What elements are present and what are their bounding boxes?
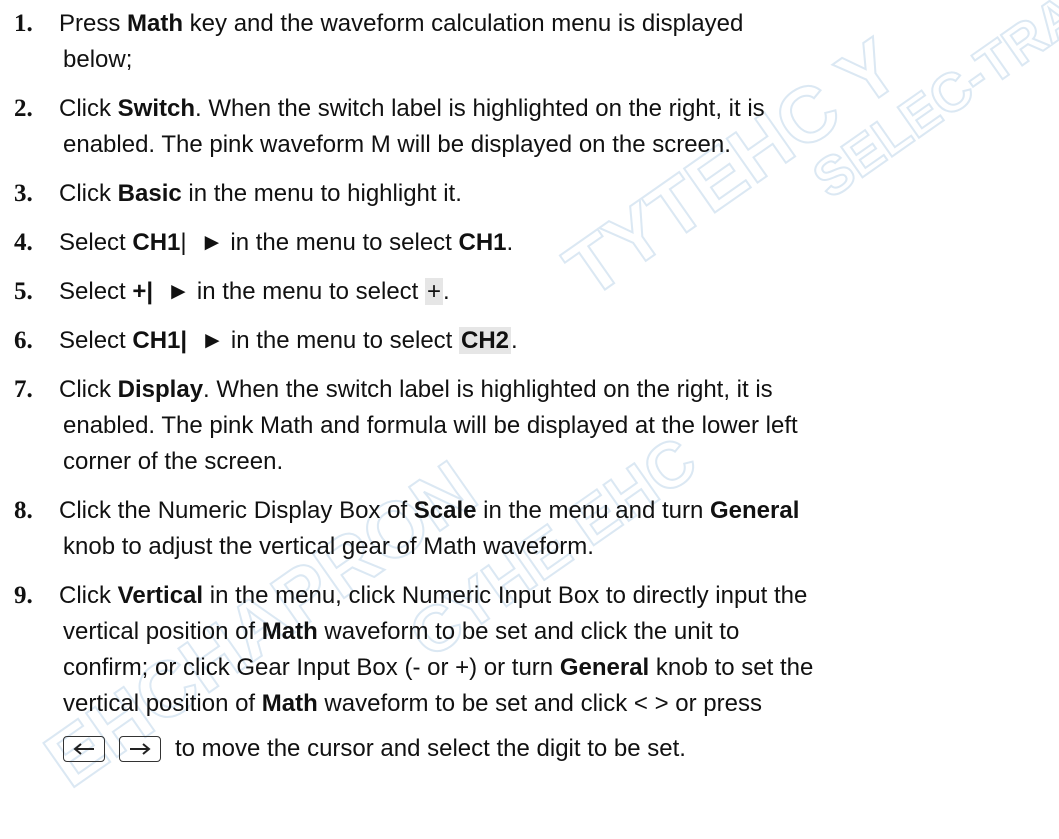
step-text: enabled. The pink waveform M will be dis… <box>63 131 731 158</box>
bold-term: Scale <box>413 497 477 524</box>
step-body: Press Math key and the waveform calculat… <box>59 6 1047 78</box>
step-line: vertical position of Math waveform to be… <box>63 686 1047 722</box>
step-text: knob to adjust the vertical gear of Math… <box>63 533 594 560</box>
step-line: confirm; or click Gear Input Box (- or +… <box>63 650 1047 686</box>
key-line-text: to move the cursor and select the digit … <box>175 735 686 762</box>
step-line: Select CH1| ► in the menu to select CH2. <box>59 323 1047 359</box>
step-text: waveform to be set and click the unit to <box>317 618 740 645</box>
step-text: ► in the menu to select <box>153 278 425 305</box>
step-9: 9. Click Vertical in the menu, click Nume… <box>7 578 1047 767</box>
bold-term: +| <box>132 278 154 305</box>
step-text: knob to set the <box>649 654 814 681</box>
step-line: vertical position of Math waveform to be… <box>63 614 1047 650</box>
step-text: Click <box>59 180 118 207</box>
step-line: Click the Numeric Display Box of Scale i… <box>59 493 1047 529</box>
step-text: in the menu and turn <box>476 497 710 524</box>
step-number: 7. <box>14 376 33 403</box>
instruction-list: 1. Press Math key and the waveform calcul… <box>0 0 1059 767</box>
step-line: Press Math key and the waveform calculat… <box>59 6 1047 42</box>
key-line: to move the cursor and select the digit … <box>63 731 1047 767</box>
step-line: Click Vertical in the menu, click Numeri… <box>59 578 1047 614</box>
step-line: Click Display. When the switch label is … <box>59 372 1047 408</box>
step-body: Click Display. When the switch label is … <box>59 372 1047 480</box>
bold-term: Switch <box>117 95 196 122</box>
bold-term: Math <box>261 690 318 717</box>
step-5: 5. Select +| ► in the menu to select +. <box>7 274 1047 310</box>
step-number: 1. <box>14 10 33 37</box>
step-body: Click Switch. When the switch label is h… <box>59 91 1047 163</box>
step-text: in the menu to highlight it. <box>181 180 462 207</box>
step-text: | ► in the menu to select <box>180 229 459 256</box>
bold-term: CH1 <box>458 229 507 256</box>
step-number: 9. <box>14 582 33 609</box>
step-text: Press <box>59 10 128 37</box>
step-line: enabled. The pink Math and formula will … <box>63 408 1047 444</box>
step-text: Click <box>59 582 118 609</box>
bold-term: CH2 <box>459 327 512 354</box>
step-text: waveform to be set and click < > or pres… <box>317 690 762 717</box>
step-line: Click Switch. When the switch label is h… <box>59 91 1047 127</box>
bold-term: Math <box>261 618 318 645</box>
step-text: vertical position of <box>63 618 262 645</box>
left-arrow-key-icon <box>63 736 105 762</box>
step-text: corner of the screen. <box>63 448 284 475</box>
step-number: 4. <box>14 229 33 256</box>
step-text: Click the Numeric Display Box of <box>59 497 414 524</box>
step-text: confirm; or click Gear Input Box (- or +… <box>63 654 560 681</box>
bold-term: Basic <box>117 180 182 207</box>
step-line: corner of the screen. <box>63 444 1047 480</box>
step-text: key and the waveform calculation menu is… <box>183 10 744 37</box>
bold-term: CH1| <box>132 327 188 354</box>
step-text: Click <box>59 376 118 403</box>
step-text: . <box>506 229 514 256</box>
step-text: vertical position of <box>63 690 262 717</box>
step-line: enabled. The pink waveform M will be dis… <box>63 127 1047 163</box>
bold-term: Vertical <box>117 582 204 609</box>
step-number: 8. <box>14 497 33 524</box>
step-text: . When the switch label is highlighted o… <box>203 376 773 403</box>
step-body: Select +| ► in the menu to select +. <box>59 274 1047 310</box>
step-3: 3. Click Basic in the menu to highlight i… <box>7 176 1047 212</box>
step-text: Click <box>59 95 118 122</box>
step-text: Select <box>59 278 133 305</box>
step-2: 2. Click Switch. When the switch label is… <box>7 91 1047 163</box>
step-number: 6. <box>14 327 33 354</box>
step-body: Select CH1| ► in the menu to select CH2. <box>59 323 1047 359</box>
step-body: Select CH1| ► in the menu to select CH1. <box>59 225 1047 261</box>
bold-term: General <box>559 654 650 681</box>
step-text: Select <box>59 327 133 354</box>
step-text: below; <box>63 46 133 73</box>
step-text: . <box>511 327 518 354</box>
bold-term: Math <box>127 10 184 37</box>
step-text: . When the switch label is highlighted o… <box>195 95 765 122</box>
step-body: Click the Numeric Display Box of Scale i… <box>59 493 1047 565</box>
step-line: Select +| ► in the menu to select +. <box>59 274 1047 310</box>
right-arrow-key-icon <box>119 736 161 762</box>
step-text: ► in the menu to select <box>187 327 459 354</box>
step-number: 2. <box>14 95 33 122</box>
step-7: 7. Click Display. When the switch label i… <box>7 372 1047 480</box>
step-line: below; <box>63 42 1047 78</box>
step-6: 6. Select CH1| ► in the menu to select CH… <box>7 323 1047 359</box>
step-1: 1. Press Math key and the waveform calcul… <box>7 6 1047 78</box>
step-line: Click Basic in the menu to highlight it. <box>59 176 1047 212</box>
bold-term: General <box>709 497 800 524</box>
step-text: + <box>425 278 444 305</box>
step-body: Click Basic in the menu to highlight it. <box>59 176 1047 212</box>
step-8: 8. Click the Numeric Display Box of Scale… <box>7 493 1047 565</box>
step-text: in the menu, click Numeric Input Box to … <box>203 582 808 609</box>
step-text: enabled. The pink Math and formula will … <box>63 412 798 439</box>
step-text: . <box>443 278 450 305</box>
step-text: Select <box>59 229 133 256</box>
step-4: 4. Select CH1| ► in the menu to select CH… <box>7 225 1047 261</box>
bold-term: CH1 <box>132 229 181 256</box>
bold-term: Display <box>117 376 204 403</box>
step-line: Select CH1| ► in the menu to select CH1. <box>59 225 1047 261</box>
step-number: 5. <box>14 278 33 305</box>
step-line: knob to adjust the vertical gear of Math… <box>63 529 1047 565</box>
step-number: 3. <box>14 180 33 207</box>
step-body: Click Vertical in the menu, click Numeri… <box>59 578 1047 767</box>
